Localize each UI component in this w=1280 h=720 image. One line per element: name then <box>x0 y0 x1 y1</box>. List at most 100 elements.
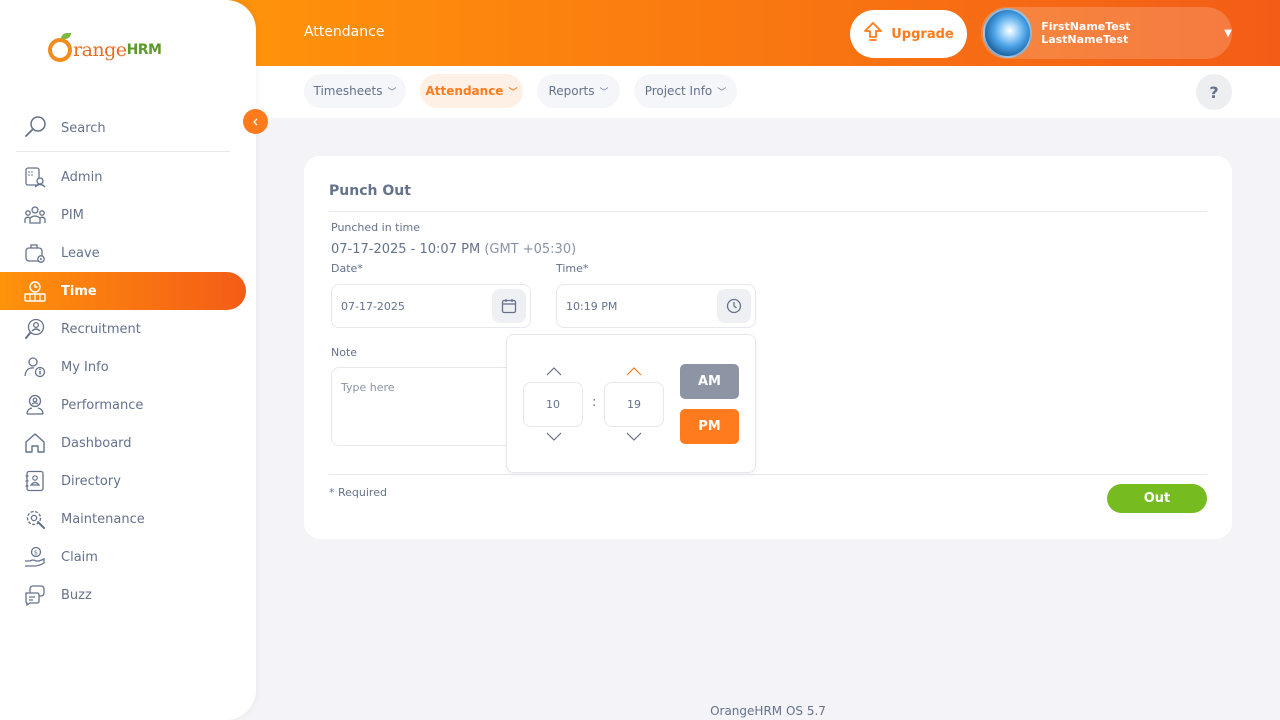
note-label: Note <box>331 346 358 359</box>
collapse-sidebar-button[interactable] <box>243 109 268 134</box>
chevron-down-icon: ﹀ <box>599 87 609 98</box>
tab-label: Timesheets <box>313 84 383 98</box>
maintenance-icon <box>24 508 46 530</box>
date-value: 07-17-2025 <box>341 299 405 313</box>
logo-orange-icon <box>48 33 72 62</box>
sidebar-item-label: PIM <box>61 207 84 223</box>
tab-timesheets[interactable]: Timesheets ﹀ <box>304 74 406 108</box>
help-button[interactable]: ? <box>1196 74 1232 110</box>
svg-text:$: $ <box>34 548 38 556</box>
upgrade-label: Upgrade <box>891 26 954 42</box>
directory-icon <box>24 470 46 492</box>
form-title: Punch Out <box>329 183 411 199</box>
sidebar-item-recruitment[interactable]: Recruitment <box>0 310 256 348</box>
main-menu: Admin PIM Leave Time Recruitment My Info… <box>0 158 256 614</box>
orangehrm-logo[interactable]: range HRM <box>48 30 162 70</box>
user-dropdown[interactable]: FirstNameTest LastNameTest ▼ <box>981 7 1232 59</box>
tab-reports[interactable]: Reports ﹀ <box>537 74 620 108</box>
minute-decrease-button[interactable] <box>624 429 644 443</box>
chevron-down-icon: ﹀ <box>387 87 397 98</box>
sidebar-item-buzz[interactable]: Buzz <box>0 576 256 614</box>
sidebar-item-label: Admin <box>61 169 103 185</box>
search-icon <box>24 115 48 143</box>
divider <box>329 211 1207 212</box>
sidebar-item-label: Leave <box>61 245 100 261</box>
caret-down-icon: ▼ <box>1224 27 1232 39</box>
page-title: Attendance <box>304 24 385 40</box>
sidebar-item-label: Claim <box>61 549 98 565</box>
chevron-down-icon <box>546 432 562 441</box>
avatar <box>983 8 1033 58</box>
sidebar-item-pim[interactable]: PIM <box>0 196 256 234</box>
user-name: FirstNameTest LastNameTest <box>1041 20 1131 46</box>
sidebar-search[interactable]: Search <box>16 106 230 152</box>
punched-in-label: Punched in time <box>331 221 421 234</box>
my-info-icon <box>24 356 46 378</box>
sidebar-item-maintenance[interactable]: Maintenance <box>0 500 256 538</box>
footer-version: OrangeHRM OS 5.7 <box>710 704 826 718</box>
upgrade-button[interactable]: Upgrade <box>850 10 967 58</box>
sidebar-item-label: Recruitment <box>61 321 141 337</box>
sidebar-item-label: Dashboard <box>61 435 132 451</box>
minute-input[interactable]: 19 <box>604 382 664 427</box>
claim-icon: $ <box>24 546 46 568</box>
recruitment-icon <box>24 318 46 340</box>
hour-decrease-button[interactable] <box>544 429 564 443</box>
date-label: Date* <box>331 262 363 275</box>
sidebar-item-claim[interactable]: $ Claim <box>0 538 256 576</box>
punched-in-value: 07-17-2025 - 10:07 PM <box>331 242 481 257</box>
logo-hrm-text: HRM <box>126 42 162 58</box>
sidebar-item-label: My Info <box>61 359 109 375</box>
out-button[interactable]: Out <box>1107 484 1207 513</box>
dashboard-icon <box>24 432 46 454</box>
sidebar-item-performance[interactable]: Performance <box>0 386 256 424</box>
chevron-left-icon <box>252 118 257 125</box>
time-field[interactable]: 10:19 PM <box>556 284 756 328</box>
sidebar-item-leave[interactable]: Leave <box>0 234 256 272</box>
divider <box>329 474 1207 475</box>
pm-button[interactable]: PM <box>680 409 739 444</box>
required-note: * Required <box>329 486 387 499</box>
note-textarea[interactable]: Type here <box>331 367 531 446</box>
calendar-icon[interactable] <box>492 289 526 323</box>
admin-icon <box>24 166 46 188</box>
hour-increase-button[interactable] <box>544 364 564 378</box>
performance-icon <box>24 394 46 416</box>
sidebar-item-label: Buzz <box>61 587 92 603</box>
sidebar-item-admin[interactable]: Admin <box>0 158 256 196</box>
time-separator: : <box>592 395 597 410</box>
leave-icon <box>24 242 46 264</box>
chevron-down-icon <box>626 432 642 441</box>
sidebar: range HRM Search Admin PIM Leave Time Rec… <box>0 0 256 720</box>
sidebar-item-directory[interactable]: Directory <box>0 462 256 500</box>
am-button[interactable]: AM <box>680 364 739 399</box>
time-value: 10:19 PM <box>566 299 618 313</box>
time-picker: 10 : 19 AM PM <box>506 334 756 473</box>
buzz-icon <box>24 584 46 606</box>
sidebar-item-label: Performance <box>61 397 144 413</box>
clock-icon[interactable] <box>717 289 751 323</box>
chevron-up-icon <box>546 366 562 375</box>
search-label: Search <box>61 121 106 136</box>
time-label: Time* <box>556 262 589 275</box>
sub-navigation: Timesheets ﹀ Attendance ﹀ Reports ﹀ Project… <box>256 66 1280 118</box>
sidebar-item-my-info[interactable]: My Info <box>0 348 256 386</box>
sidebar-item-time[interactable]: Time <box>0 272 246 310</box>
chevron-down-icon: ﹀ <box>717 87 727 98</box>
chevron-down-icon: ﹀ <box>508 87 518 98</box>
tab-label: Attendance <box>425 84 504 98</box>
tab-label: Project Info <box>644 84 713 98</box>
sidebar-item-dashboard[interactable]: Dashboard <box>0 424 256 462</box>
logo-text: range <box>73 39 127 61</box>
time-icon <box>24 280 46 302</box>
date-field[interactable]: 07-17-2025 <box>331 284 531 328</box>
punched-in-timezone: (GMT +05:30) <box>484 242 577 257</box>
minute-increase-button[interactable] <box>624 364 644 378</box>
tab-label: Reports <box>548 84 595 98</box>
tab-project-info[interactable]: Project Info ﹀ <box>634 74 737 108</box>
upgrade-arrow-icon <box>863 21 883 47</box>
hour-input[interactable]: 10 <box>523 382 583 427</box>
tab-attendance[interactable]: Attendance ﹀ <box>420 74 523 108</box>
punch-out-card: Punch Out Punched in time 07-17-2025 - 1… <box>304 156 1232 539</box>
chevron-up-icon <box>626 366 642 375</box>
